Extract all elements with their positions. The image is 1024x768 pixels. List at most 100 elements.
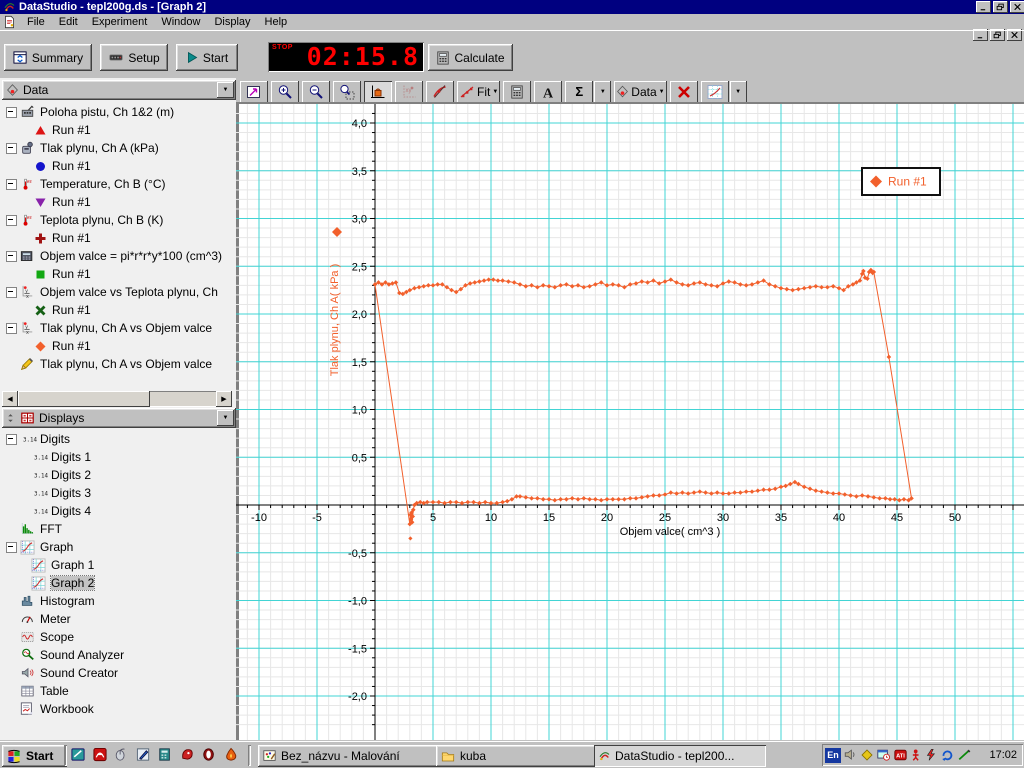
- splitter-handle-icon[interactable]: [6, 411, 16, 425]
- data-tree-item[interactable]: Tlak plynu, Ch A vs Objem valce: [2, 355, 232, 373]
- statistics-dropdown[interactable]: ▼: [594, 81, 611, 103]
- display-item-fft[interactable]: FFT: [2, 520, 232, 538]
- ql-acrobat-icon[interactable]: [92, 747, 109, 764]
- tray-pen-icon[interactable]: [957, 748, 972, 762]
- calculate-button[interactable]: Calculate: [428, 44, 513, 71]
- run-item[interactable]: Run #1: [2, 121, 232, 139]
- zoom-select-button[interactable]: [333, 81, 361, 103]
- display-item-scope[interactable]: Scope: [2, 628, 232, 646]
- scroll-right-arrow[interactable]: ▶: [216, 391, 232, 407]
- display-item-graph-1[interactable]: Graph 1: [2, 556, 232, 574]
- language-indicator[interactable]: En: [825, 747, 841, 763]
- data-tree-item[interactable]: RTD Temperature, Ch B (°C): [2, 175, 232, 193]
- display-item-histogram[interactable]: Histogram: [2, 592, 232, 610]
- display-item-digits-2[interactable]: 3.14 Digits 2: [2, 466, 232, 484]
- data-tree-item[interactable]: y x Tlak plynu, Ch A vs Objem valce: [2, 319, 232, 337]
- display-item-workbook[interactable]: Workbook: [2, 700, 232, 718]
- summary-button[interactable]: Summary: [4, 44, 92, 71]
- smart-tool-button[interactable]: [364, 80, 392, 103]
- fit-menu-button[interactable]: Fit ▼: [457, 81, 500, 103]
- display-item-digits[interactable]: 3.14 Digits: [2, 430, 232, 448]
- zoom-in-button[interactable]: [271, 81, 299, 103]
- collapse-box[interactable]: [6, 106, 17, 118]
- data-tree-item[interactable]: y x Objem valce vs Teplota plynu, Ch: [2, 283, 232, 301]
- data-tree-item[interactable]: Poloha pistu, Ch 1&2 (m): [2, 103, 232, 121]
- legend[interactable]: Run #1: [861, 167, 941, 196]
- calculate-tool-button[interactable]: [503, 81, 531, 103]
- statistics-button[interactable]: Σ: [565, 81, 593, 103]
- tray-ati-icon[interactable]: ATI: [893, 748, 908, 762]
- close-button[interactable]: [1010, 1, 1024, 13]
- display-item-digits-4[interactable]: 3.14 Digits 4: [2, 502, 232, 520]
- ql-dragon-icon[interactable]: [180, 747, 197, 764]
- display-item-meter[interactable]: Meter: [2, 610, 232, 628]
- displays-panel-header[interactable]: Displays ▼: [2, 408, 236, 428]
- data-menu-button[interactable]: Data ▼: [614, 81, 666, 103]
- slope-tool-button[interactable]: [426, 81, 454, 103]
- task-button-paint[interactable]: Bez_názvu - Malování: [258, 745, 438, 767]
- data-tree-item[interactable]: Objem valce = pi*r*r*y*100 (cm^3): [2, 247, 232, 265]
- tray-lightning-icon[interactable]: [925, 748, 938, 762]
- graph-plot-area[interactable]: -10 -5 5 10 15 20 25 30 35 40 45 50 4,0 3,5 3,0 2,5 2,0 1…: [236, 104, 1024, 740]
- graph-settings-button[interactable]: [701, 81, 729, 103]
- tray-sync-icon[interactable]: [940, 748, 955, 762]
- restore-button[interactable]: [993, 1, 1008, 13]
- display-item-table[interactable]: Table: [2, 682, 232, 700]
- scale-to-fit-button[interactable]: [240, 81, 268, 103]
- menu-experiment[interactable]: Experiment: [85, 15, 155, 29]
- collapse-box[interactable]: [6, 541, 17, 553]
- graph-settings-dropdown[interactable]: ▼: [730, 81, 747, 103]
- delete-tool-button[interactable]: [670, 81, 698, 103]
- data-tree-hscrollbar[interactable]: ◀ ▶: [2, 391, 232, 407]
- tray-scheduler-icon[interactable]: [876, 748, 891, 762]
- menu-help[interactable]: Help: [258, 15, 295, 29]
- collapse-box[interactable]: [6, 286, 17, 298]
- run-item[interactable]: Run #1: [2, 337, 232, 355]
- minimize-button[interactable]: [976, 1, 991, 13]
- collapse-box[interactable]: [6, 214, 17, 226]
- display-item-graph-2[interactable]: Graph 2: [2, 574, 232, 592]
- zoom-out-button[interactable]: [302, 81, 330, 103]
- run-item[interactable]: Run #1: [2, 193, 232, 211]
- display-item-graph[interactable]: Graph: [2, 538, 232, 556]
- tray-diamond-icon[interactable]: [860, 748, 874, 762]
- setup-button[interactable]: Setup: [100, 44, 168, 71]
- display-item-digits-3[interactable]: 3.14 Digits 3: [2, 484, 232, 502]
- run-item[interactable]: Run #1: [2, 301, 232, 319]
- displays-panel-dropdown[interactable]: ▼: [217, 410, 234, 426]
- ql-notes-icon[interactable]: [70, 747, 87, 764]
- ql-opera-icon[interactable]: [202, 747, 219, 764]
- data-panel-dropdown[interactable]: ▼: [217, 82, 234, 98]
- menu-edit[interactable]: Edit: [52, 15, 85, 29]
- clock[interactable]: 17:02: [989, 749, 1017, 761]
- display-item-sound-creator[interactable]: Sound Creator: [2, 664, 232, 682]
- ql-pen-icon[interactable]: [136, 747, 153, 764]
- display-item-sound-analyzer[interactable]: Sound Analyzer: [2, 646, 232, 664]
- ql-mouse-icon[interactable]: [114, 747, 131, 764]
- task-button-datastudio[interactable]: DataStudio - tepl200...: [594, 745, 766, 767]
- collapse-box[interactable]: [6, 322, 17, 334]
- run-item[interactable]: Run #1: [2, 265, 232, 283]
- data-tree-item[interactable]: Tlak plynu, Ch A (kPa): [2, 139, 232, 157]
- ql-calc-icon[interactable]: [158, 747, 175, 764]
- data-tree-item[interactable]: RTD Teplota plynu, Ch B (K): [2, 211, 232, 229]
- menu-display[interactable]: Display: [207, 15, 257, 29]
- start-menu-button[interactable]: Start: [2, 745, 67, 767]
- collapse-box[interactable]: [6, 433, 17, 445]
- run-item[interactable]: Run #1: [2, 229, 232, 247]
- scroll-thumb[interactable]: [18, 391, 150, 407]
- collapse-box[interactable]: [6, 250, 17, 262]
- collapse-box[interactable]: [6, 178, 17, 190]
- start-button[interactable]: Start: [176, 44, 238, 71]
- ql-fire-icon[interactable]: [224, 747, 241, 764]
- data-panel-header[interactable]: Data ▼: [2, 80, 236, 100]
- text-annotation-button[interactable]: A: [534, 81, 562, 103]
- scroll-left-arrow[interactable]: ◀: [2, 391, 18, 407]
- task-button-kuba[interactable]: kuba: [436, 745, 596, 767]
- volume-icon[interactable]: [843, 748, 858, 762]
- menu-file[interactable]: File: [20, 15, 52, 29]
- menu-window[interactable]: Window: [154, 15, 207, 29]
- collapse-box[interactable]: [6, 142, 17, 154]
- run-item[interactable]: Run #1: [2, 157, 232, 175]
- display-item-digits-1[interactable]: 3.14 Digits 1: [2, 448, 232, 466]
